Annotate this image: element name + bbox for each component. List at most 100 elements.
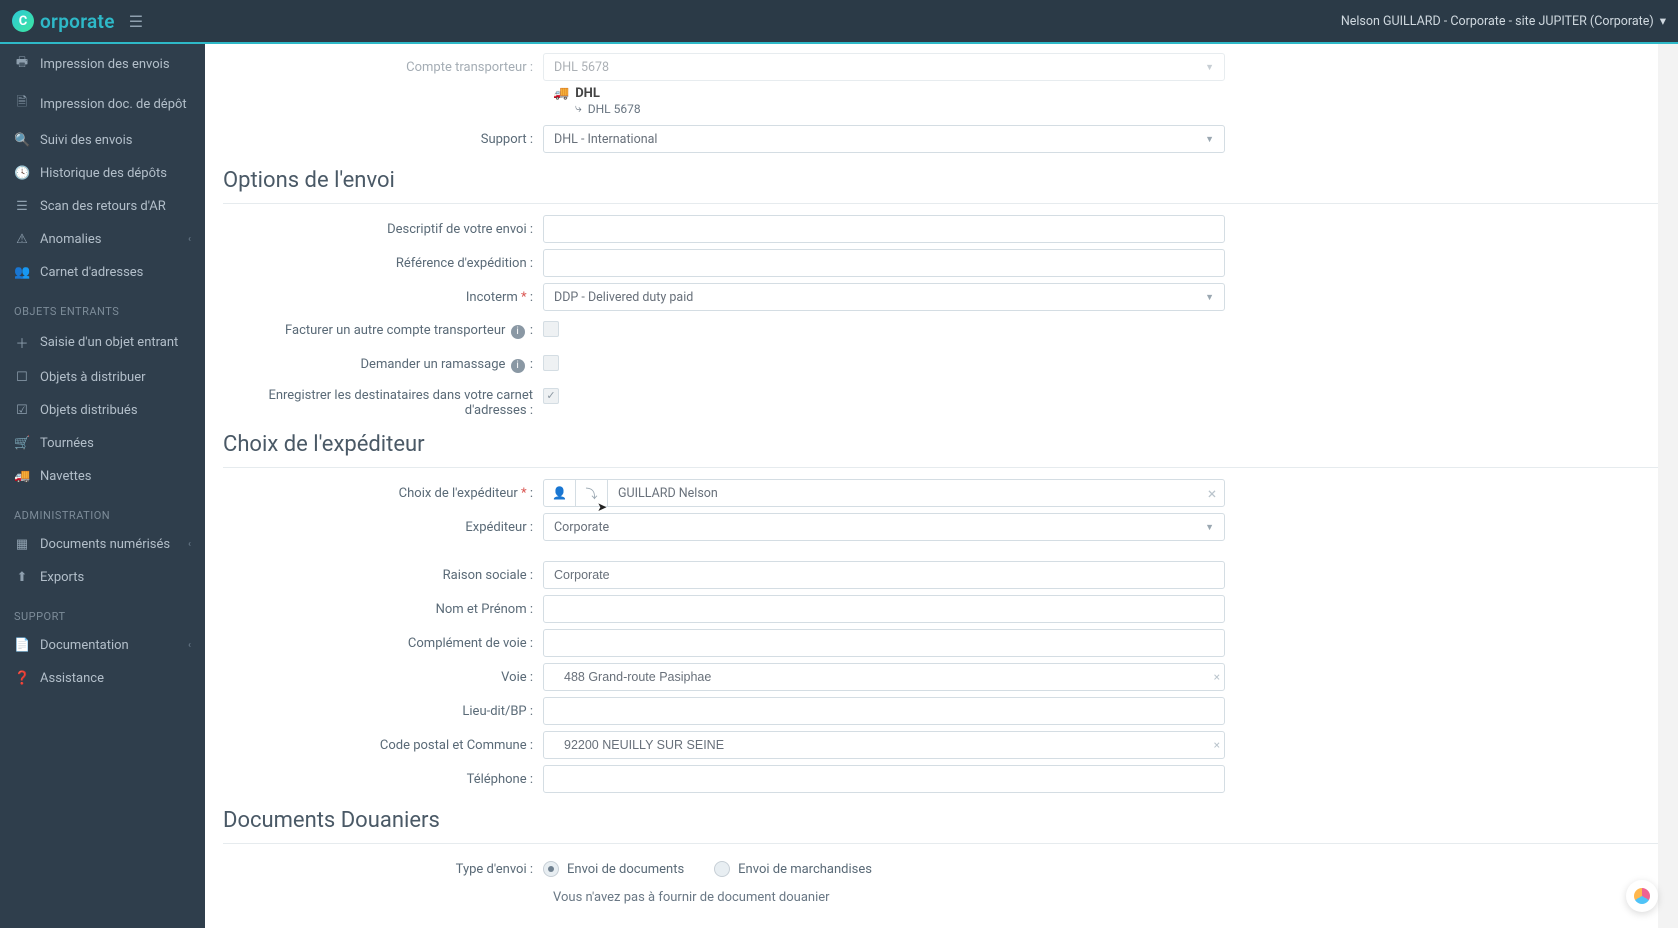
caret-icon: ▼ [1205,62,1214,73]
grid-icon [14,537,30,552]
section-options-title: Options de l'envoi [223,168,1660,193]
doc-icon [14,93,30,115]
nom-prenom-label: Nom et Prénom : [223,602,543,617]
chevron-left-icon: ‹ [188,539,191,550]
sidebar-item-historique-depots[interactable]: Historique des dépôts [0,157,205,190]
branch-icon: ⤷ [575,101,582,116]
sidebar-section-admin: ADMINISTRATION [0,493,205,528]
sidebar: Impression des envois Impression doc. de… [0,44,205,928]
sidebar-item-label: Saisie d'un objet entrant [40,335,178,350]
code-postal-commune-label: Code postal et Commune : [223,738,543,753]
sidebar-item-carnet-adresses[interactable]: Carnet d'adresses [0,256,205,289]
section-expediteur-title: Choix de l'expéditeur [223,432,1660,457]
type-envoi-documents[interactable]: Envoi de documents [543,861,684,877]
sidebar-item-assistance[interactable]: Assistance [0,662,205,695]
carrier-tree: DHL ⤷ DHL 5678 [553,86,1660,116]
voie-label: Voie : [223,670,543,685]
sidebar-item-objets-distribues[interactable]: Objets distribués [0,394,205,427]
expediteur-select[interactable]: Corporate ▼ [543,513,1225,541]
voie-input[interactable] [554,664,1208,690]
user-display: Nelson GUILLARD - Corporate - site JUPIT… [1341,14,1654,29]
complement-voie-input[interactable] [543,629,1225,657]
reference-input[interactable] [543,249,1225,277]
caret-icon: ▼ [1205,292,1214,303]
sidebar-item-scan-retours-ar[interactable]: Scan des retours d'AR [0,190,205,223]
nom-prenom-input[interactable] [543,595,1225,623]
support-label: Support : [223,132,543,147]
sidebar-item-anomalies[interactable]: Anomalies ‹ [0,223,205,256]
cart-icon [14,436,30,451]
right-gutter [1658,44,1678,928]
choix-expediteur-picker[interactable]: ⤵ GUILLARD Nelson × [543,479,1225,507]
sidebar-item-impression-doc-depot[interactable]: Impression doc. de dépôt [0,84,205,124]
truck-icon [14,469,30,484]
telephone-input[interactable] [543,765,1225,793]
raison-sociale-input[interactable] [543,561,1225,589]
sidebar-item-label: Impression doc. de dépôt [40,97,187,112]
sidebar-item-label: Carnet d'adresses [40,265,143,280]
upload-icon [14,570,30,585]
demander-ramassage-label: Demander un ramassage i : [223,357,543,373]
logo-badge: C [12,10,34,32]
warning-icon [14,232,30,247]
check-icon [14,403,30,418]
sidebar-item-impression-envois[interactable]: Impression des envois [0,44,205,84]
sidebar-item-label: Navettes [40,469,91,484]
radio-label: Envoi de documents [567,862,684,877]
facturer-autre-checkbox[interactable] [543,321,559,337]
truck-icon [553,86,569,101]
sidebar-item-documents-numerises[interactable]: Documents numérisés ‹ [0,528,205,561]
incoterm-select[interactable]: DDP - Delivered duty paid ▼ [543,283,1225,311]
user-menu[interactable]: Nelson GUILLARD - Corporate - site JUPIT… [1341,13,1666,29]
expediteur-label: Expéditeur : [223,520,543,535]
carrier-name: DHL [575,86,600,101]
lieu-dit-label: Lieu-dit/BP : [223,704,543,719]
code-postal-commune-input[interactable] [554,732,1208,758]
sidebar-item-label: Objets distribués [40,403,138,418]
incoterm-value: DDP - Delivered duty paid [554,290,1205,305]
menu-toggle-icon[interactable]: ☰ [129,12,143,31]
enregistrer-dest-checkbox[interactable]: ✓ [543,388,559,404]
help-floating-button[interactable] [1626,880,1658,912]
addressbook-icon [14,265,30,280]
chevron-left-icon: ‹ [188,640,191,651]
raison-sociale-label: Raison sociale : [223,568,543,583]
sidebar-item-saisie-objet-entrant[interactable]: Saisie d'un objet entrant [0,324,205,361]
clear-icon[interactable]: × [1208,738,1220,752]
sidebar-section-incoming: OBJETS ENTRANTS [0,289,205,324]
section-douane-title: Documents Douaniers [223,808,1660,833]
sidebar-item-suivi-envois[interactable]: Suivi des envois [0,124,205,157]
compte-transporteur-select[interactable]: DHL 5678 ▼ [543,53,1225,81]
type-envoi-marchandises[interactable]: Envoi de marchandises [714,861,872,877]
type-envoi-label: Type d'envoi : [223,862,543,877]
clear-icon[interactable]: × [1208,670,1220,684]
box-icon [14,370,30,385]
support-select[interactable]: DHL - International ▼ [543,125,1225,153]
support-value: DHL - International [554,132,1205,147]
caret-icon: ▼ [1205,522,1214,533]
descriptif-input[interactable] [543,215,1225,243]
compte-transporteur-label: Compte transporteur : [223,60,543,75]
facturer-autre-label: Facturer un autre compte transporteur i … [223,323,543,339]
topbar: C orporate ☰ Nelson GUILLARD - Corporate… [0,0,1678,44]
brand[interactable]: C orporate [12,10,115,33]
info-icon[interactable]: i [511,359,525,373]
sidebar-item-objets-a-distribuer[interactable]: Objets à distribuer [0,361,205,394]
search-icon [14,133,30,148]
org-icon[interactable]: ⤵ [576,480,608,506]
sidebar-item-documentation[interactable]: Documentation ‹ [0,629,205,662]
print-icon [14,53,30,75]
lieu-dit-input[interactable] [543,697,1225,725]
info-icon[interactable]: i [511,325,525,339]
sidebar-item-exports[interactable]: Exports [0,561,205,594]
demander-ramassage-checkbox[interactable] [543,355,559,371]
swirl-icon [1634,888,1650,904]
person-icon[interactable] [544,480,576,506]
sidebar-item-navettes[interactable]: Navettes [0,460,205,493]
plus-icon [14,333,30,352]
sidebar-item-label: Exports [40,570,84,585]
sidebar-section-support: SUPPORT [0,594,205,629]
sidebar-item-tournees[interactable]: Tournées [0,427,205,460]
clear-icon[interactable]: × [1200,480,1224,506]
descriptif-label: Descriptif de votre envoi : [223,222,543,237]
